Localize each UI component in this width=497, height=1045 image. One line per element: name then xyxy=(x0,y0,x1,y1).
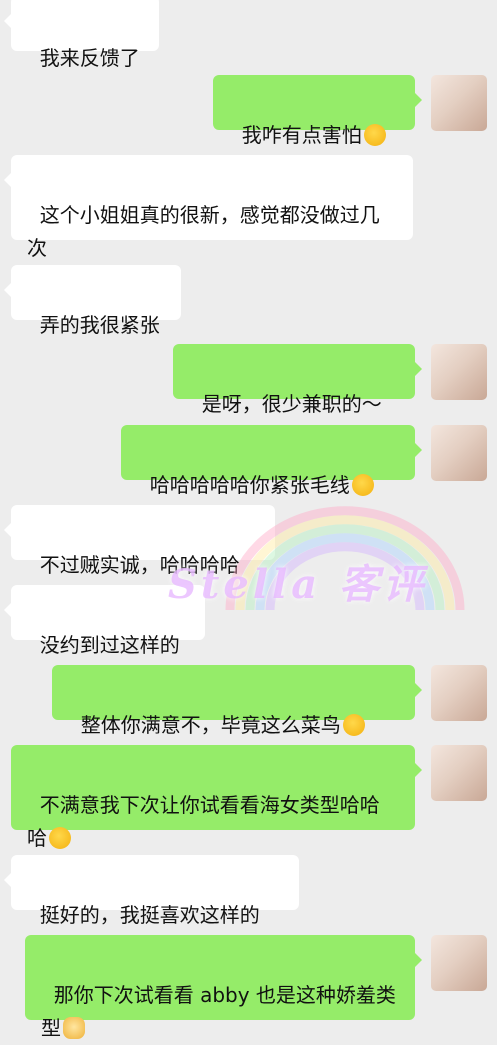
message-bubble-outgoing[interactable]: 是呀，很少兼职的～ xyxy=(173,344,422,416)
message-bubble-outgoing[interactable]: 哈哈哈哈哈你紧张毛线 xyxy=(121,425,422,497)
message-bubble-incoming[interactable]: 挺好的，我挺喜欢这样的 xyxy=(4,855,299,927)
message-text: 我来反馈了 xyxy=(39,46,140,70)
avatar[interactable] xyxy=(431,75,487,131)
message-text: 弄的我很紧张 xyxy=(39,313,160,337)
message-bubble-outgoing[interactable]: 那你下次试看看 abby 也是这种娇羞类型 xyxy=(25,935,422,1040)
avatar[interactable] xyxy=(431,745,487,801)
avatar[interactable] xyxy=(431,344,487,400)
message-bubble-outgoing[interactable]: 不满意我下次让你试看看海女类型哈哈哈 xyxy=(11,745,422,850)
message-text: 我咋有点害怕 xyxy=(241,123,362,147)
message-bubble-incoming[interactable]: 不过贼实诚，哈哈哈哈 xyxy=(4,505,275,577)
message-bubble-outgoing[interactable]: 整体你满意不，毕竟这么菜鸟 xyxy=(52,665,422,737)
message-bubble-incoming[interactable]: 我来反馈了 xyxy=(4,0,159,70)
laugh-tears-emoji-icon xyxy=(351,474,374,496)
message-bubble-incoming[interactable]: 弄的我很紧张 xyxy=(4,265,181,337)
message-text: 哈哈哈哈哈你紧张毛线 xyxy=(149,473,350,497)
message-text: 挺好的，我挺喜欢这样的 xyxy=(39,903,260,927)
message-text: 是呀，很少兼职的～ xyxy=(201,392,382,416)
message-text: 这个小姐姐真的很新，感觉都没做过几次 xyxy=(27,203,380,260)
message-bubble-incoming[interactable]: 没约到过这样的 xyxy=(4,585,205,657)
message-bubble-outgoing[interactable]: 我咋有点害怕 xyxy=(213,75,422,147)
message-text: 不满意我下次让你试看看海女类型哈哈哈 xyxy=(27,793,380,850)
laugh-cry-emoji-icon xyxy=(363,124,386,146)
message-bubble-incoming[interactable]: 这个小姐姐真的很新，感觉都没做过几次 xyxy=(4,155,413,260)
cat-emoji-icon xyxy=(63,1017,85,1039)
message-text: 没约到过这样的 xyxy=(39,633,180,657)
avatar[interactable] xyxy=(431,665,487,721)
message-text: 那你下次试看看 abby 也是这种娇羞类型 xyxy=(41,983,396,1040)
avatar[interactable] xyxy=(431,935,487,991)
message-text: 整体你满意不，毕竟这么菜鸟 xyxy=(80,713,341,737)
avatar[interactable] xyxy=(431,425,487,481)
message-text: 不过贼实诚，哈哈哈哈 xyxy=(39,553,240,577)
laugh-tears-emoji-icon xyxy=(49,827,71,849)
laugh-cry-emoji-icon xyxy=(342,714,365,736)
